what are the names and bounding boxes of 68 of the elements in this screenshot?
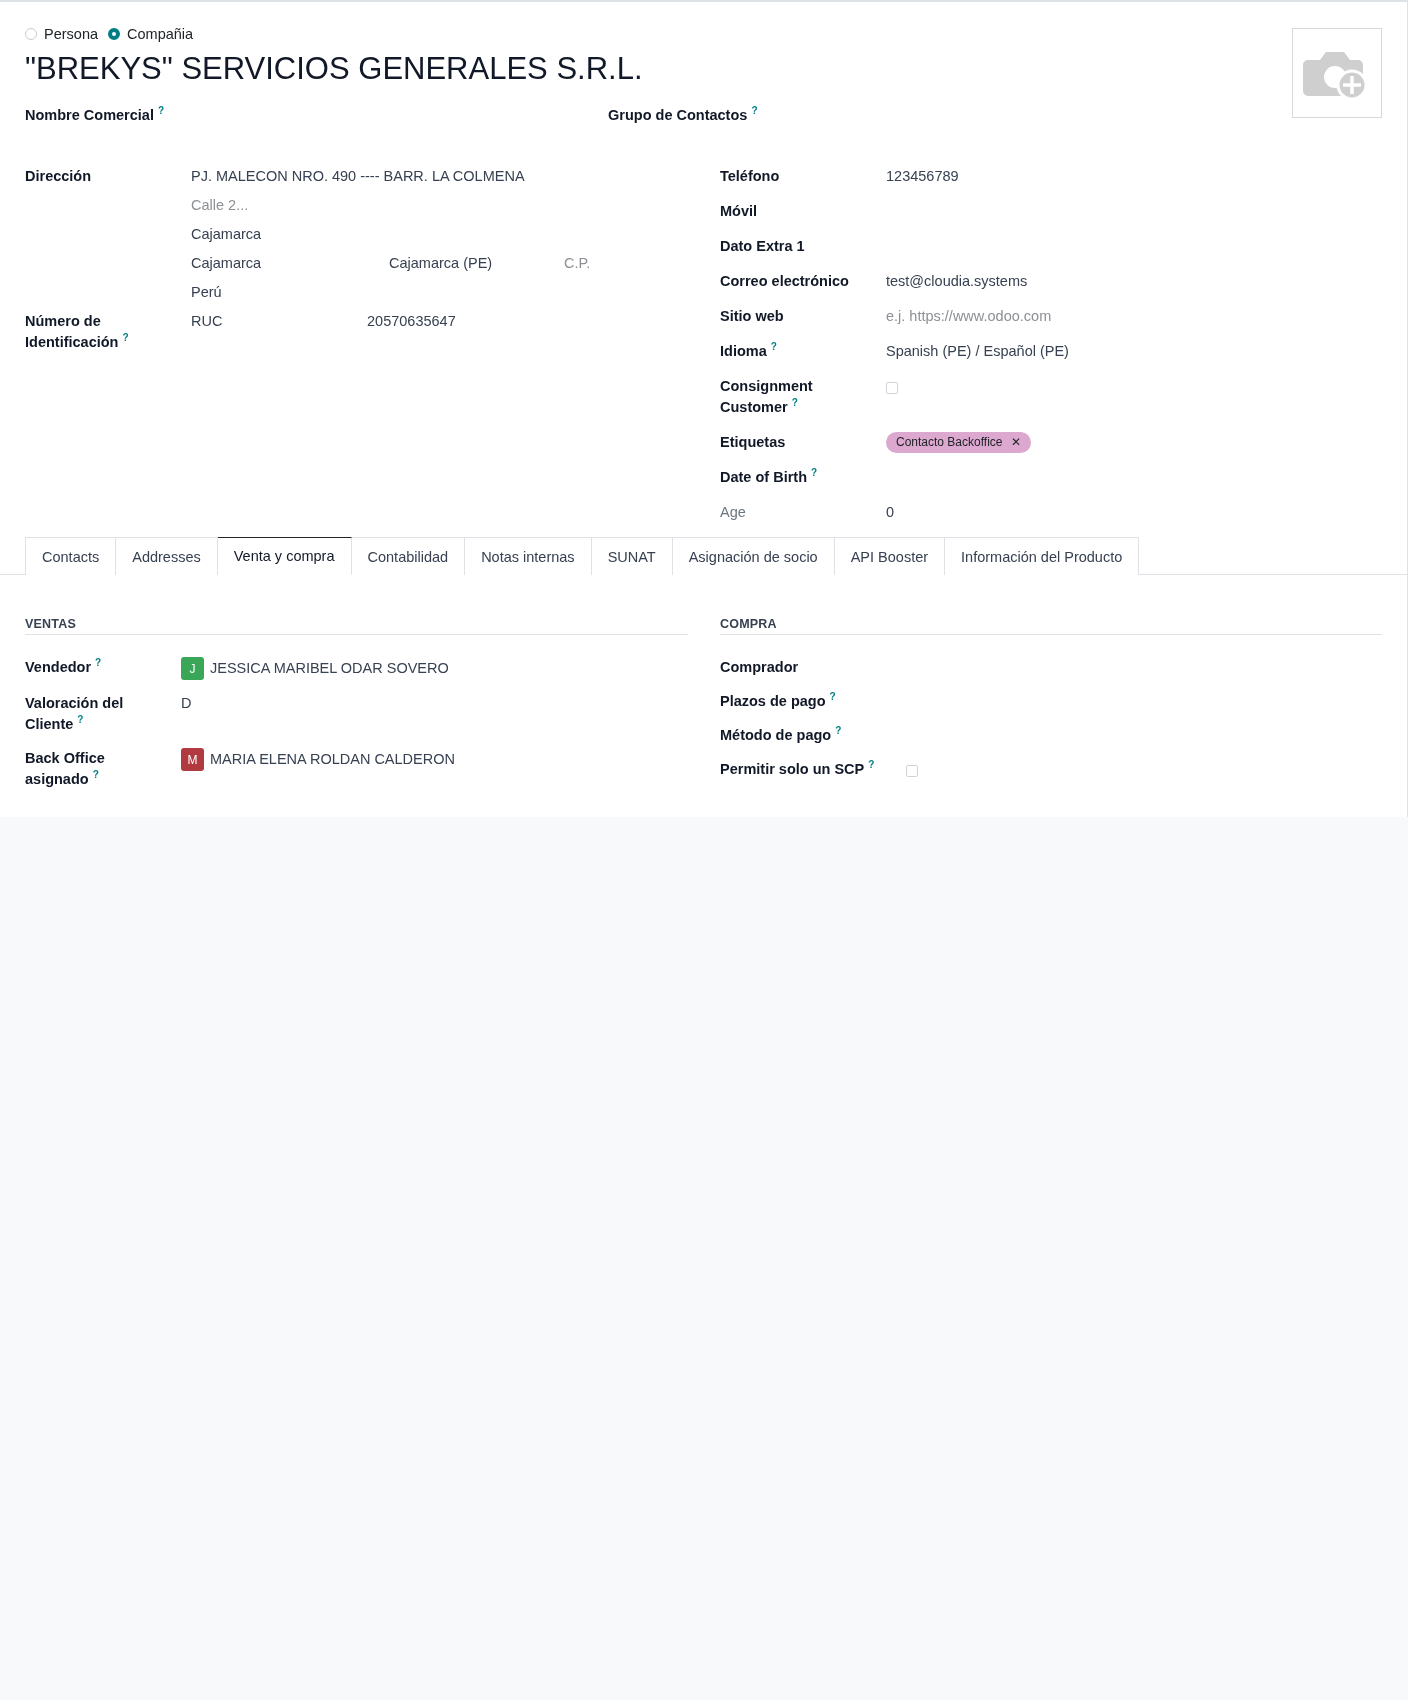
field-label: Date of Birth $^{?}$: [720, 467, 818, 487]
avatar: J: [181, 657, 204, 680]
avatar: M: [181, 748, 204, 771]
radio-option[interactable]: Compañia: [108, 26, 194, 42]
field-label: Idioma $^{?}$: [720, 341, 777, 361]
radio-option[interactable]: Persona: [25, 26, 98, 42]
help-icon[interactable]: ?: [791, 397, 798, 408]
section-heading: COMPRA: [720, 617, 1382, 635]
field-label: Grupo de Contactos $^{?}$: [608, 105, 758, 125]
tab[interactable]: Notas internas: [465, 537, 592, 575]
field-label: Correo electrónico: [720, 272, 849, 291]
tab[interactable]: SUNAT: [591, 537, 673, 575]
field-label: Valoración del Cliente $^{?}$: [25, 694, 125, 734]
checkbox[interactable]: [886, 381, 898, 394]
field-value[interactable]: 0: [886, 502, 895, 523]
tab[interactable]: Información del Producto: [945, 537, 1140, 575]
field-label: Plazos de pago $^{?}$: [720, 691, 836, 711]
city-field[interactable]: Cajamarca: [191, 253, 389, 274]
field-value[interactable]: MARIA ELENA ROLDAN CALDERON: [210, 749, 455, 770]
tag[interactable]: Contacto Backoffice ✕: [886, 432, 1031, 453]
field-value[interactable]: D: [181, 693, 192, 714]
help-icon[interactable]: ?: [868, 759, 875, 770]
company-name[interactable]: "BREKYS" SERVICIOS GENERALES S.R.L.: [25, 51, 1272, 87]
tab[interactable]: Contabilidad: [351, 537, 466, 575]
field-label: Permitir solo un SCP $^{?}$: [720, 759, 875, 779]
street-field[interactable]: PJ. MALECON NRO. 490 ---- BARR. LA COLMENA: [191, 166, 688, 187]
checkbox[interactable]: [906, 764, 918, 777]
field-label: Etiquetas: [720, 433, 786, 452]
field-value[interactable]: test@cloudia.systems: [886, 271, 1028, 292]
id-type-field[interactable]: RUC: [191, 311, 361, 332]
field-label: Vendedor $^{?}$: [25, 657, 102, 677]
field-label: Dato Extra 1: [720, 237, 805, 256]
image-upload[interactable]: [1292, 28, 1382, 118]
field-label: Sitio web: [720, 307, 784, 326]
help-icon[interactable]: ?: [751, 105, 758, 116]
country-field[interactable]: Perú: [191, 282, 688, 303]
district-field[interactable]: Cajamarca: [191, 224, 688, 245]
id-number-field[interactable]: 20570635647: [367, 311, 456, 332]
help-icon[interactable]: ?: [157, 105, 165, 116]
field-label: Consignment Customer $^{?}$: [720, 377, 814, 417]
field-label: Nombre Comercial $^{?}$: [25, 105, 165, 125]
tab[interactable]: Venta y compra: [217, 537, 352, 575]
help-icon[interactable]: ?: [77, 714, 84, 725]
help-icon[interactable]: ?: [835, 725, 842, 736]
field-label: Método de pago $^{?}$: [720, 725, 842, 745]
field-label: Back Office asignado $^{?}$: [25, 749, 106, 789]
tab[interactable]: API Booster: [834, 537, 946, 575]
remove-icon[interactable]: ✕: [1010, 434, 1021, 451]
tab[interactable]: Contacts: [25, 537, 117, 575]
field-label: Número de Identificación $^{?}$: [25, 312, 130, 352]
field-label: Móvil: [720, 202, 758, 221]
field-label: Teléfono: [720, 167, 780, 186]
field-value[interactable]: Spanish (PE) / Español (PE): [886, 341, 1069, 362]
tab[interactable]: Addresses: [116, 537, 218, 575]
help-icon[interactable]: ?: [95, 657, 102, 668]
help-icon[interactable]: ?: [811, 467, 818, 478]
help-icon[interactable]: ?: [92, 769, 99, 780]
field-label: Age: [720, 503, 746, 522]
tab[interactable]: Asignación de socio: [672, 537, 835, 575]
field-value[interactable]: JESSICA MARIBEL ODAR SOVERO: [210, 658, 449, 679]
field-value[interactable]: 123456789: [886, 166, 959, 187]
state-field[interactable]: Cajamarca (PE): [389, 253, 564, 274]
field-label: Dirección: [25, 167, 92, 186]
section-heading: VENTAS: [25, 617, 688, 635]
help-icon[interactable]: ?: [829, 691, 836, 702]
help-icon[interactable]: ?: [770, 341, 777, 352]
help-icon[interactable]: ?: [122, 332, 129, 343]
field-label: Comprador: [720, 658, 799, 677]
